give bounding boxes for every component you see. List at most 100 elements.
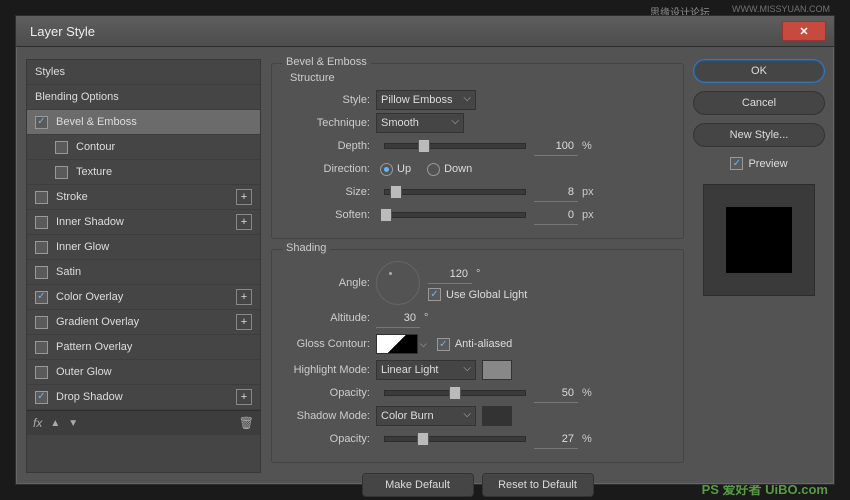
preview-image [726,207,792,273]
styles-list: Styles Blending Options Bevel & Emboss Cont… [26,59,261,473]
soften-input[interactable] [534,206,578,225]
sidebar-item-label: Texture [76,166,252,178]
sidebar-item-label: Contour [76,141,252,153]
sidebar-item-stroke[interactable]: Stroke+ [27,185,260,210]
shading-group: Shading Angle: ° Use Global Light Altitu… [271,249,684,463]
sidebar-item-label: Stroke [56,191,236,203]
highlight-opacity-slider[interactable] [384,390,526,396]
sidebar-item-outer-glow[interactable]: Outer Glow [27,360,260,385]
sidebar-item-pattern-overlay[interactable]: Pattern Overlay [27,335,260,360]
make-default-button[interactable]: Make Default [362,473,474,497]
sidebar-item-label: Satin [56,266,252,278]
highlight-mode-label: Highlight Mode: [282,364,376,376]
depth-unit: % [582,140,600,152]
size-slider[interactable] [384,189,526,195]
altitude-unit: ° [424,312,442,324]
depth-label: Depth: [282,140,376,152]
depth-input[interactable] [534,137,578,156]
depth-slider[interactable] [384,143,526,149]
sidebar-item-gradient-overlay[interactable]: Gradient Overlay+ [27,310,260,335]
sidebar-item-bevel-emboss[interactable]: Bevel & Emboss [27,110,260,135]
sidebar-checkbox[interactable] [35,316,48,329]
highlight-mode-select[interactable]: Linear Light [376,360,476,380]
ok-button[interactable]: OK [693,59,825,83]
angle-label: Angle: [282,277,376,289]
size-unit: px [582,186,600,198]
direction-down-radio[interactable] [427,163,440,176]
opacity1-unit: % [582,387,600,399]
sidebar-item-label: Inner Glow [56,241,252,253]
sidebar-item-satin[interactable]: Satin [27,260,260,285]
down-arrow-icon[interactable]: ▼ [68,418,78,429]
anti-aliased-checkbox[interactable] [437,338,450,351]
sidebar-checkbox[interactable] [35,291,48,304]
up-arrow-icon[interactable]: ▲ [50,418,60,429]
sidebar-item-label: Pattern Overlay [56,341,252,353]
cancel-button[interactable]: Cancel [693,91,825,115]
sidebar-item-label: Blending Options [35,91,252,103]
sidebar-item-label: Outer Glow [56,366,252,378]
layer-style-dialog: Layer Style ✕ StylesBlending OptionsBeve… [15,15,835,485]
sidebar-item-label: Styles [35,66,252,78]
sidebar-checkbox[interactable] [35,241,48,254]
direction-up-label: Up [397,163,411,175]
sidebar-item-contour[interactable]: Contour [27,135,260,160]
sidebar-checkbox[interactable] [35,191,48,204]
sidebar-checkbox[interactable] [35,391,48,404]
sidebar-item-label: Bevel & Emboss [56,116,252,128]
angle-input[interactable] [428,265,472,284]
sidebar-checkbox[interactable] [35,266,48,279]
gloss-contour-swatch[interactable] [376,334,418,354]
structure-title: Structure [290,72,673,84]
shadow-color-swatch[interactable] [482,406,512,426]
opacity2-unit: % [582,433,600,445]
new-style-button[interactable]: New Style... [693,123,825,147]
add-effect-icon[interactable]: + [236,289,252,305]
sidebar-checkbox[interactable] [55,141,68,154]
global-light-checkbox[interactable] [428,288,441,301]
direction-up-radio[interactable] [380,163,393,176]
sidebar-checkbox[interactable] [35,366,48,379]
technique-select[interactable]: Smooth [376,113,464,133]
shadow-opacity-slider[interactable] [384,436,526,442]
sidebar-item-label: Color Overlay [56,291,236,303]
trash-icon[interactable]: 🗑 [239,416,254,430]
sidebar-checkbox[interactable] [55,166,68,179]
sidebar-item-inner-shadow[interactable]: Inner Shadow+ [27,210,260,235]
sidebar-item-styles[interactable]: Styles [27,60,260,85]
sidebar-item-drop-shadow[interactable]: Drop Shadow+ [27,385,260,410]
watermark-url: WWW.MISSYUAN.COM [732,4,830,14]
altitude-input[interactable] [376,309,420,328]
gloss-contour-label: Gloss Contour: [282,338,376,350]
angle-dial[interactable] [376,261,420,305]
preview-checkbox[interactable] [730,157,743,170]
soften-slider[interactable] [384,212,526,218]
preview-panel [703,184,815,296]
style-label: Style: [282,94,376,106]
sidebar-item-texture[interactable]: Texture [27,160,260,185]
add-effect-icon[interactable]: + [236,389,252,405]
sidebar-item-label: Drop Shadow [56,391,236,403]
sidebar-item-blending-options[interactable]: Blending Options [27,85,260,110]
add-effect-icon[interactable]: + [236,314,252,330]
sidebar-checkbox[interactable] [35,216,48,229]
shadow-opacity-input[interactable] [534,430,578,449]
close-button[interactable]: ✕ [782,21,826,41]
highlight-color-swatch[interactable] [482,360,512,380]
global-light-label: Use Global Light [446,289,527,301]
reset-default-button[interactable]: Reset to Default [482,473,594,497]
fx-icon[interactable]: fx [33,416,42,430]
soften-label: Soften: [282,209,376,221]
add-effect-icon[interactable]: + [236,189,252,205]
sidebar-checkbox[interactable] [35,116,48,129]
sidebar-item-color-overlay[interactable]: Color Overlay+ [27,285,260,310]
style-select[interactable]: Pillow Emboss [376,90,476,110]
size-input[interactable] [534,183,578,202]
sidebar-item-inner-glow[interactable]: Inner Glow [27,235,260,260]
anti-aliased-label: Anti-aliased [455,338,512,350]
add-effect-icon[interactable]: + [236,214,252,230]
shadow-mode-select[interactable]: Color Burn [376,406,476,426]
highlight-opacity-input[interactable] [534,384,578,403]
direction-label: Direction: [282,163,376,175]
sidebar-checkbox[interactable] [35,341,48,354]
